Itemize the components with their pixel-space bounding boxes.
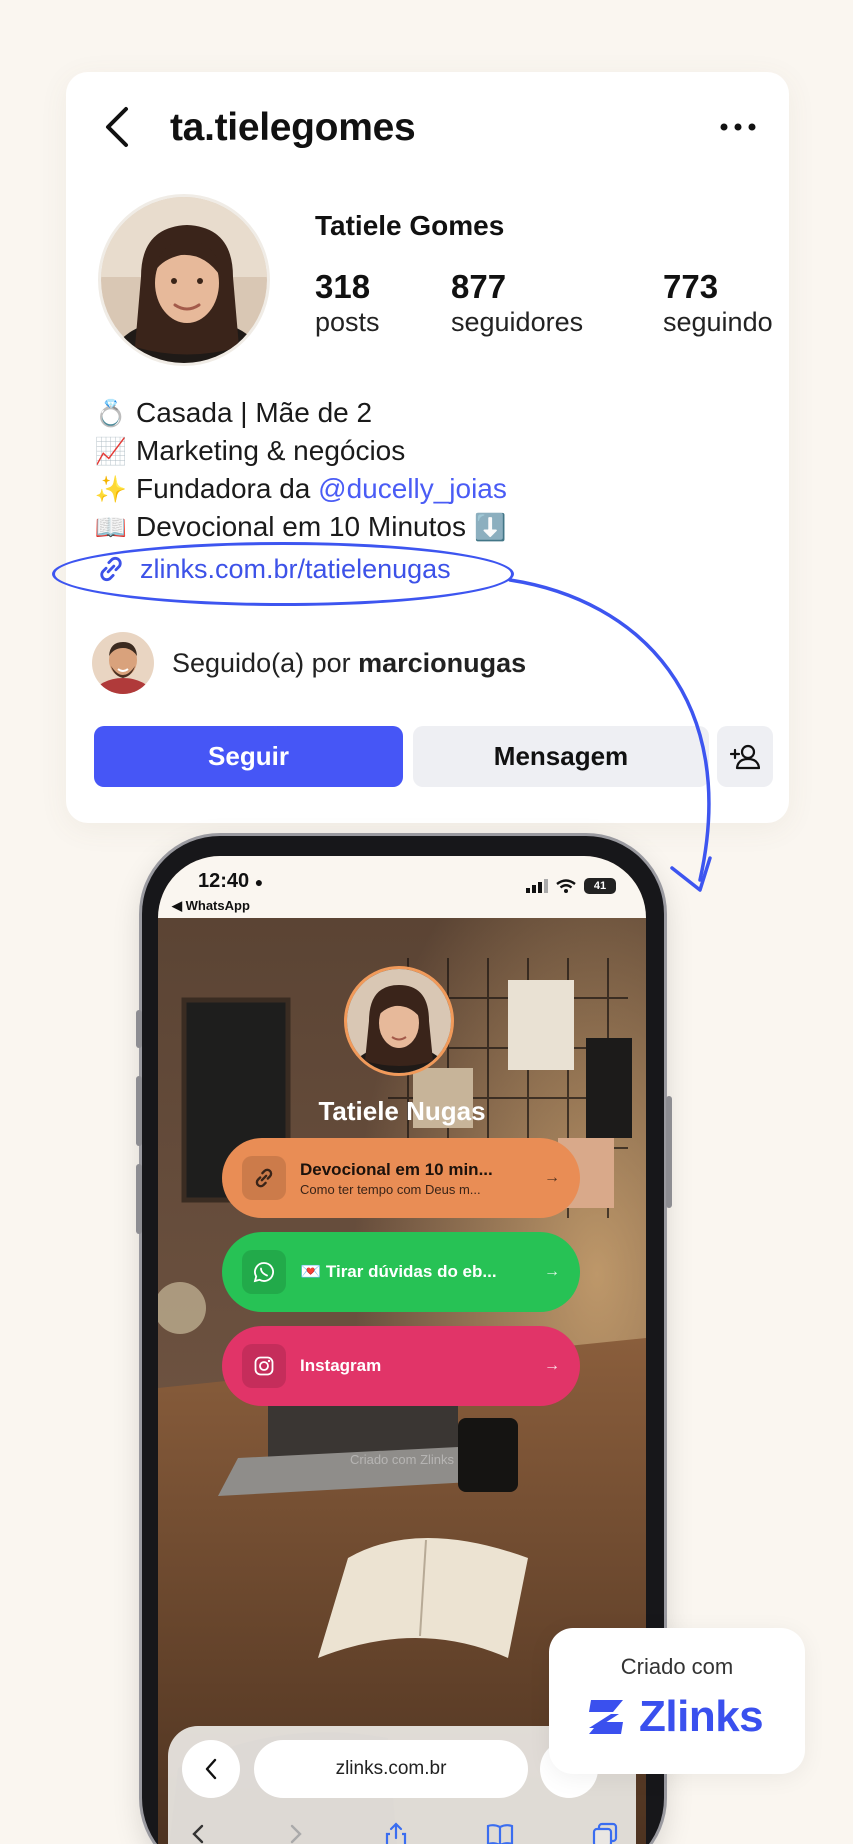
zlinks-link-whatsapp[interactable]: 💌 Tirar dúvidas do eb... → xyxy=(222,1232,580,1312)
ring-icon: 💍 xyxy=(94,398,128,428)
back-button[interactable] xyxy=(102,102,142,152)
battery-icon: 41 xyxy=(584,878,616,894)
share-icon xyxy=(385,1822,407,1844)
browser-back-button[interactable] xyxy=(182,1740,240,1798)
stat-value: 773 xyxy=(663,268,719,305)
followed-by-prefix: Seguido(a) por xyxy=(172,647,359,678)
link-text: 💌 Tirar dúvidas do eb... xyxy=(300,1262,530,1282)
chevron-left-icon xyxy=(106,107,128,147)
status-bar: 12:40 ● ◀ WhatsApp 41 xyxy=(158,856,646,918)
badge-caption: Criado com xyxy=(620,1654,734,1679)
followed-by-user[interactable]: marcionugas xyxy=(358,648,526,678)
more-options-button[interactable] xyxy=(716,114,760,140)
stat-value: 318 xyxy=(315,268,371,305)
bio-line: 📖 Devocional em 10 Minutos ⬇️ xyxy=(94,508,507,546)
bio-line: ✨ Fundadora da @ducelly_joias xyxy=(94,470,507,508)
arrow-right-icon: → xyxy=(544,1169,560,1186)
bio-text: Marketing & negócios xyxy=(136,435,406,466)
zlinks-link-devocional[interactable]: Devocional em 10 min... Como ter tempo c… xyxy=(222,1138,580,1218)
message-button[interactable]: Mensagem xyxy=(413,726,709,787)
zlinks-link-instagram[interactable]: Instagram → xyxy=(222,1326,580,1406)
highlight-ellipse xyxy=(52,542,514,606)
bio-line: 📈 Marketing & negócios xyxy=(94,432,507,470)
back-arrow-icon xyxy=(192,1824,204,1844)
follow-button[interactable]: Seguir xyxy=(94,726,403,787)
stat-following[interactable]: 773 seguindo xyxy=(663,268,773,338)
arrow-down-icon: ⬇️ xyxy=(473,512,507,542)
bio-text: Casada | Mãe de 2 xyxy=(136,397,373,428)
status-time-text: 12:40 xyxy=(198,870,250,892)
arrow-right-icon: → xyxy=(544,1357,560,1374)
status-icons: 41 xyxy=(526,878,616,894)
chart-up-icon: 📈 xyxy=(94,436,128,466)
phone-power-button xyxy=(666,1096,672,1208)
tabs-icon xyxy=(592,1822,618,1844)
profile-avatar[interactable] xyxy=(98,194,270,366)
stat-label: posts xyxy=(315,306,380,337)
stat-label: seguindo xyxy=(663,306,773,337)
link-title: 💌 Tirar dúvidas do eb... xyxy=(300,1262,497,1281)
book-icon: 📖 xyxy=(94,512,128,542)
mention-link[interactable]: @ducelly_joias xyxy=(318,473,507,504)
zlinks-badge[interactable]: Criado com Zlinks xyxy=(549,1628,805,1774)
more-dots-icon xyxy=(720,123,756,131)
sparkles-icon: ✨ xyxy=(94,474,128,504)
zlinks-credit[interactable]: Criado com Zlinks xyxy=(158,1452,646,1467)
zlinks-logo-icon xyxy=(589,1700,623,1734)
wifi-icon xyxy=(556,879,576,893)
stat-value: 877 xyxy=(451,268,507,305)
stat-label: seguidores xyxy=(451,306,584,337)
bio-text-prefix: Fundadora da xyxy=(136,473,319,504)
bio-text: Fundadora da @ducelly_joias xyxy=(136,470,507,508)
link-text: Instagram xyxy=(300,1356,530,1376)
signal-icon xyxy=(526,879,548,893)
chevron-left-icon xyxy=(205,1758,217,1780)
profile-card: ta.tielegomes Tatiele Gomes 318 posts 87… xyxy=(52,72,789,823)
badge-brand: Zlinks xyxy=(583,1692,764,1742)
bio-text: Devocional em 10 Minutos xyxy=(136,511,466,542)
badge-brand-name: Zlinks xyxy=(639,1692,764,1741)
link-title: Instagram xyxy=(300,1356,382,1375)
phone-volume-down xyxy=(136,1164,142,1234)
phone-mute-switch xyxy=(136,1010,142,1048)
profile-username: ta.tielegomes xyxy=(170,106,416,149)
link-text: Devocional em 10 min... Como ter tempo c… xyxy=(300,1160,530,1197)
bookmarks-icon xyxy=(486,1824,514,1844)
person-icon: ● xyxy=(254,874,264,890)
followed-by-text: Seguido(a) por marcionugas xyxy=(172,648,526,679)
add-user-icon xyxy=(730,744,760,769)
arrow-right-icon: → xyxy=(544,1263,560,1280)
whatsapp-icon xyxy=(242,1250,286,1294)
instagram-icon xyxy=(242,1344,286,1388)
profile-display-name: Tatiele Gomes xyxy=(315,210,505,241)
link-title: Devocional em 10 min... xyxy=(300,1159,493,1179)
link-icon xyxy=(242,1156,286,1200)
status-time: 12:40 ● xyxy=(198,870,263,893)
link-subtitle: Como ter tempo com Deus m... xyxy=(300,1181,481,1197)
zlinks-avatar xyxy=(344,966,454,1076)
browser-url-field[interactable]: zlinks.com.br xyxy=(254,1740,528,1798)
bio-line: 💍 Casada | Mãe de 2 xyxy=(94,394,507,432)
suggest-user-button[interactable] xyxy=(717,726,773,787)
zlinks-page-name: Tatiele Nugas xyxy=(318,1096,486,1126)
followed-by[interactable]: Seguido(a) por marcionugas xyxy=(92,632,526,694)
browser-toolbar xyxy=(188,1822,618,1844)
profile-bio: 💍 Casada | Mãe de 2 📈 Marketing & negóci… xyxy=(94,394,507,546)
follower-avatar[interactable] xyxy=(92,632,154,694)
stat-followers[interactable]: 877 seguidores xyxy=(451,268,583,338)
phone-volume-up xyxy=(136,1076,142,1146)
stat-posts[interactable]: 318 posts xyxy=(315,268,380,338)
back-to-app-link[interactable]: ◀ WhatsApp xyxy=(172,898,250,914)
forward-arrow-icon xyxy=(290,1824,302,1844)
